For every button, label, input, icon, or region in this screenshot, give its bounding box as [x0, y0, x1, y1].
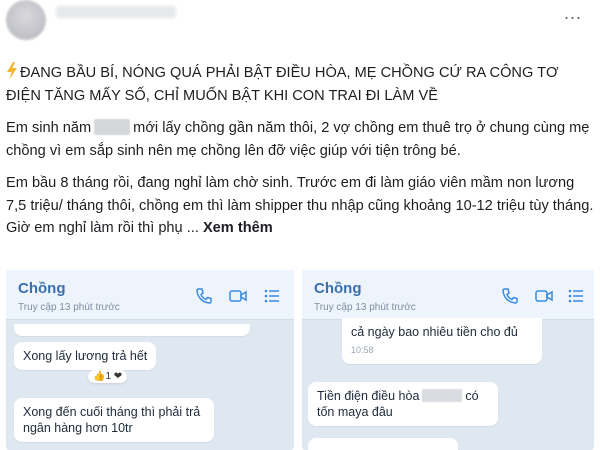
see-more-link[interactable]: Xem thêm [203, 220, 273, 236]
post-paragraph-2: Em bầu 8 tháng rồi, đang nghỉ làm chờ si… [6, 172, 594, 240]
message-bubble[interactable]: Tiền điện điều hòa có tốn maya đâu [308, 382, 498, 426]
contact-name: Chồng [314, 280, 362, 297]
post-body: ĐANG BẦU BÍ, NÓNG QUÁ PHẢI BẬT ĐIỀU HÒA,… [6, 62, 594, 250]
message-bubble[interactable]: Xong lấy lương trả hết [14, 342, 157, 370]
chat-header: Chồng Truy cập 13 phút trước [302, 270, 594, 320]
message-text: Xong lấy lương trả hết [23, 349, 148, 363]
chat-screenshot-right: Chồng Truy cập 13 phút trước cả ngày bao… [302, 270, 594, 450]
message-text: Tiền điện điều hòa [317, 389, 420, 403]
redacted-text [422, 389, 463, 402]
paragraph-text: Em sinh năm [6, 120, 92, 136]
list-icon[interactable] [262, 286, 282, 306]
lightning-icon [7, 62, 17, 79]
last-seen-status: Truy cập 13 phút trước [18, 302, 120, 313]
chat-header: Chồng Truy cập 13 phút trước [6, 270, 294, 320]
redacted-text [94, 119, 131, 135]
post-paragraph-1: Em sinh năm mới lấy chồng gần năm thôi, 2… [6, 117, 594, 162]
reaction-badge[interactable]: 👍1 ❤ [88, 370, 128, 383]
avatar[interactable] [6, 0, 46, 40]
chat-screenshot-left: Chồng Truy cập 13 phút trước Xong lấy lư… [6, 270, 294, 450]
author-name-redacted [56, 6, 176, 18]
message-text: cả ngày bao nhiêu tiền cho đủ [351, 325, 518, 339]
message-bubble[interactable]: cả ngày bao nhiêu tiền cho đủ 10:58 [342, 318, 542, 364]
message-bubble-partial [14, 324, 250, 336]
phone-icon[interactable] [194, 286, 214, 306]
message-bubble-partial [308, 438, 458, 450]
more-options-button[interactable]: ... [560, 4, 586, 24]
last-seen-status: Truy cập 13 phút trước [314, 302, 416, 313]
video-icon[interactable] [228, 286, 248, 306]
contact-name: Chồng [18, 280, 66, 297]
video-icon[interactable] [534, 286, 554, 306]
message-time: 10:58 [351, 345, 374, 355]
phone-icon[interactable] [500, 286, 520, 306]
post-header: ... [0, 0, 600, 58]
message-bubble[interactable]: Xong đến cuối tháng thì phải trả ngân hà… [14, 398, 214, 442]
paragraph-text: Em bầu 8 tháng rồi, đang nghỉ làm chờ si… [6, 175, 594, 236]
post-title-paragraph: ĐANG BẦU BÍ, NÓNG QUÁ PHẢI BẬT ĐIỀU HÒA,… [6, 62, 594, 107]
post-title: ĐANG BẦU BÍ, NÓNG QUÁ PHẢI BẬT ĐIỀU HÒA,… [6, 65, 559, 104]
message-text: Xong đến cuối tháng thì phải trả ngân hà… [23, 405, 201, 435]
list-icon[interactable] [566, 286, 586, 306]
